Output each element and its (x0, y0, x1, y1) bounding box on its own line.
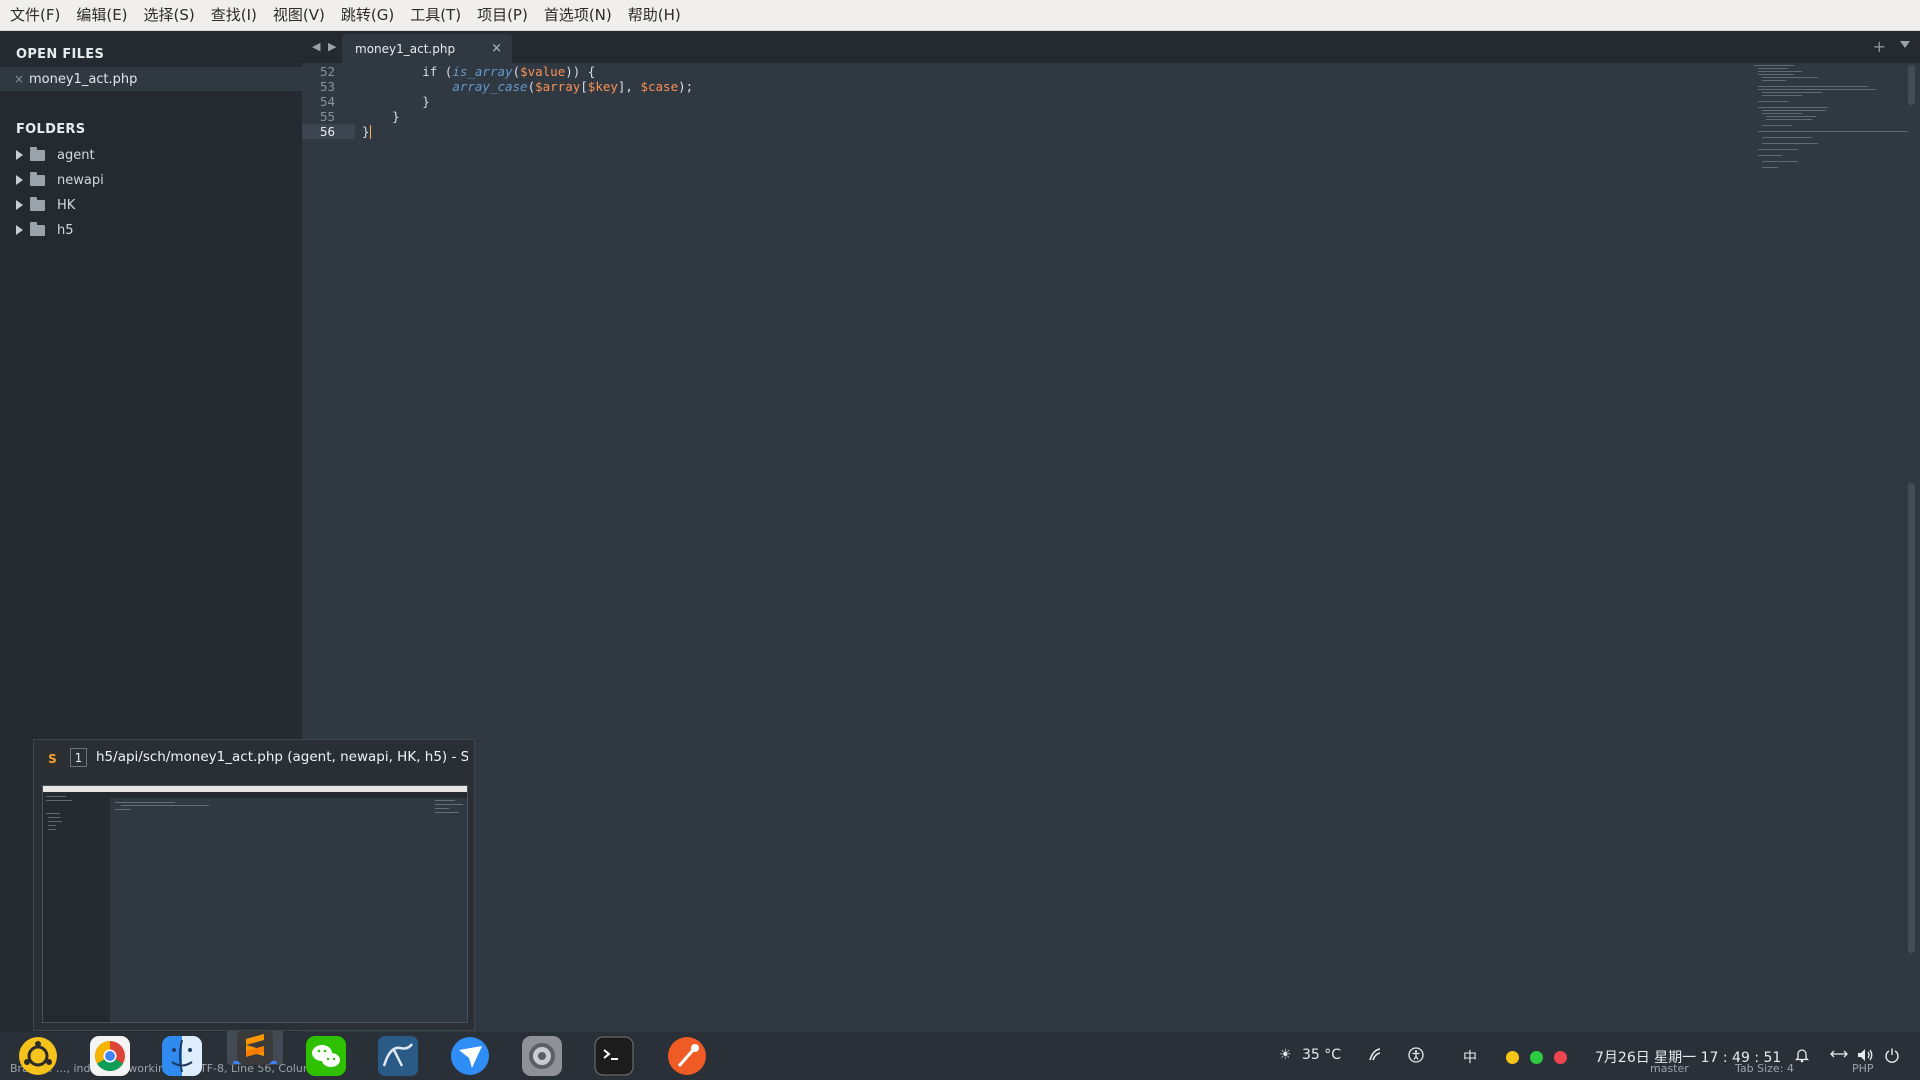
open-file-item[interactable]: × money1_act.php (0, 67, 302, 91)
scrollbar-thumb[interactable] (1908, 483, 1915, 953)
swirl-app-icon[interactable] (1368, 1048, 1382, 1066)
tab-bar: ◀ ▶ money1_act.php × + (302, 31, 1920, 63)
window-preview-title: h5/api/sch/money1_act.php (agent, newapi… (96, 749, 468, 765)
expand-arrow-icon[interactable] (16, 150, 23, 160)
folder-item-agent[interactable]: agent (0, 143, 302, 167)
code-line: 54 } (302, 94, 1702, 109)
line-number: 56 (319, 124, 335, 139)
sublime-text-icon: S (44, 750, 61, 767)
expand-arrow-icon[interactable] (16, 200, 23, 210)
folder-name: newapi (57, 172, 104, 188)
feishu-icon[interactable] (450, 1036, 490, 1076)
open-file-name: money1_act.php (29, 71, 138, 87)
open-files-title: OPEN FILES (16, 47, 105, 62)
tab-nav-arrows-icon[interactable]: ◀ ▶ (312, 40, 338, 53)
window-preview-thumbnail[interactable] (42, 785, 468, 1023)
folder-item-h5[interactable]: h5 (0, 218, 302, 242)
line-number: 53 (319, 79, 335, 94)
power-icon[interactable] (1884, 1047, 1900, 1067)
finder-icon[interactable] (162, 1036, 202, 1076)
expand-arrow-icon[interactable] (16, 225, 23, 235)
line-code: if (is_array($value)) { (422, 64, 596, 79)
folder-icon (30, 171, 45, 186)
text-cursor (369, 125, 371, 140)
taskbar-dock: ☀ 35 °C 中 7月26日 星期一 17 : 49 : 51 (0, 1021, 1920, 1080)
tab-close-icon[interactable]: × (491, 41, 502, 56)
vertical-scrollbar[interactable] (1908, 63, 1915, 1032)
postman-icon[interactable] (667, 1036, 707, 1076)
minimap[interactable] (1754, 65, 1908, 185)
menu-bar: 文件(F) 编辑(E) 选择(S) 查找(I) 视图(V) 跳转(G) 工具(T… (0, 0, 1920, 31)
scrollbar-thumb-top[interactable] (1908, 65, 1915, 105)
input-method[interactable]: 中 (1463, 1047, 1477, 1067)
menu-find[interactable]: 查找(I) (203, 0, 265, 31)
weather-sun-icon[interactable]: ☀ (1279, 1047, 1292, 1063)
chrome-icon[interactable] (90, 1036, 130, 1076)
notification-bell-icon[interactable] (1794, 1047, 1810, 1067)
folder-name: agent (57, 147, 95, 163)
accessibility-icon[interactable] (1408, 1047, 1424, 1067)
ubuntu-launcher-icon[interactable] (18, 1036, 58, 1076)
wechat-icon[interactable] (306, 1036, 346, 1076)
terminal-icon[interactable] (594, 1036, 634, 1076)
code-line: 53 array_case($array[$key], $case); (302, 79, 1702, 94)
network-icon[interactable] (1830, 1048, 1848, 1064)
folder-item-newapi[interactable]: newapi (0, 168, 302, 192)
menu-goto[interactable]: 跳转(G) (333, 0, 402, 31)
folder-icon (30, 146, 45, 161)
menu-tools[interactable]: 工具(T) (402, 0, 469, 31)
folder-name: HK (57, 197, 76, 213)
line-code: } (362, 109, 400, 124)
line-number: 52 (319, 64, 335, 79)
menu-project[interactable]: 项目(P) (469, 0, 536, 31)
code-editor[interactable]: 52 if (is_array($value)) { 53 array_case… (302, 63, 1920, 1032)
window-index: 1 (70, 748, 87, 767)
close-file-icon[interactable]: × (14, 72, 28, 86)
expand-arrow-icon[interactable] (16, 175, 23, 185)
menu-preferences[interactable]: 首选项(N) (536, 0, 620, 31)
line-code: } (362, 94, 430, 109)
folder-item-hk[interactable]: HK (0, 193, 302, 217)
line-number: 55 (319, 109, 335, 124)
line-code: array_case($array[$key], $case); (452, 79, 694, 94)
folder-name: h5 (57, 222, 74, 238)
new-tab-plus-icon[interactable]: + (1873, 37, 1886, 56)
tab-label: money1_act.php (355, 41, 456, 56)
code-line: 55 } (302, 109, 1702, 124)
status-dot-yellow[interactable] (1506, 1051, 1519, 1064)
folder-icon (30, 196, 45, 211)
menu-help[interactable]: 帮助(H) (620, 0, 689, 31)
window-preview-popup[interactable]: S 1 h5/api/sch/money1_act.php (agent, ne… (33, 739, 475, 1031)
temperature[interactable]: 35 °C (1302, 1047, 1341, 1063)
menu-selection[interactable]: 选择(S) (136, 0, 203, 31)
status-dot-red[interactable] (1554, 1051, 1567, 1064)
folders-title: FOLDERS (16, 122, 86, 137)
datetime[interactable]: 7月26日 星期一 17 : 49 : 51 (1595, 1047, 1781, 1067)
line-number: 54 (319, 94, 335, 109)
folder-icon (30, 221, 45, 236)
menu-file[interactable]: 文件(F) (2, 0, 68, 31)
code-line: 52 if (is_array($value)) { (302, 64, 1702, 79)
system-tray: ☀ 35 °C 中 7月26日 星期一 17 : 49 : 51 (1270, 1032, 1920, 1080)
tab-money1-act[interactable]: money1_act.php × (342, 34, 512, 63)
sublime-text-icon[interactable] (235, 1027, 275, 1067)
menu-edit[interactable]: 编辑(E) (68, 0, 135, 31)
system-settings-icon[interactable] (522, 1036, 562, 1076)
line-code: } (362, 123, 371, 140)
menu-view[interactable]: 视图(V) (265, 0, 333, 31)
tab-dropdown-icon[interactable] (1900, 41, 1910, 48)
volume-icon[interactable] (1856, 1047, 1874, 1067)
code-line-current: 56 } (302, 123, 1702, 140)
mysql-workbench-icon[interactable] (378, 1036, 418, 1076)
status-dot-green[interactable] (1530, 1051, 1543, 1064)
